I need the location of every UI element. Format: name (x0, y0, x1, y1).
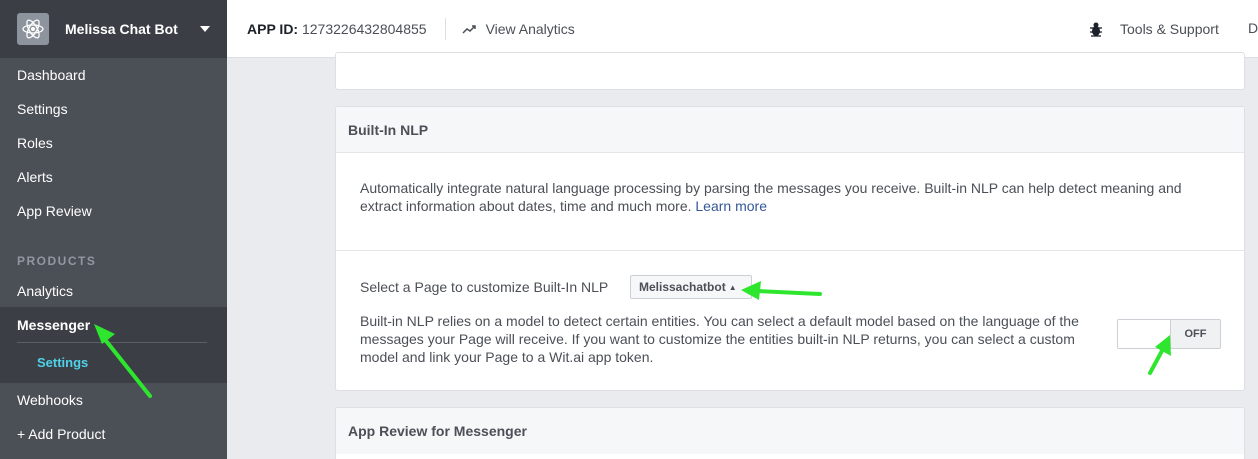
arrow-to-messenger (94, 324, 152, 398)
arrow-to-page-select (741, 281, 822, 300)
annotation-arrows (94, 281, 1171, 398)
arrow-to-toggle (1148, 335, 1171, 375)
